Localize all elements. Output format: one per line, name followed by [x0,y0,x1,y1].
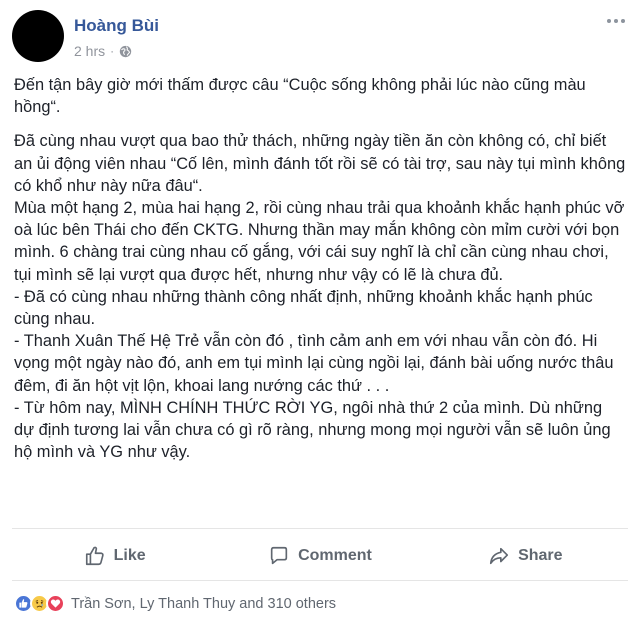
thumbs-up-icon [85,546,104,566]
post-timestamp[interactable]: 2 hrs [74,43,105,59]
love-icon[interactable] [46,594,65,613]
meta-separator: · [110,44,115,58]
comment-icon [270,546,288,565]
post-paragraph: - Thanh Xuân Thế Hệ Trẻ vẫn còn đó , tìn… [14,332,614,395]
post-paragraph: Mùa một hạng 2, mùa hai hạng 2, rồi cùng… [14,199,625,284]
share-icon [490,547,509,565]
globe-icon[interactable] [119,45,132,58]
post-paragraph: - Đã có cùng nhau những thành công nhất … [14,287,593,329]
share-button[interactable]: Share [423,538,628,574]
author-avatar[interactable] [12,10,64,62]
comment-label: Comment [298,547,372,564]
like-button[interactable]: Like [12,538,217,574]
like-label: Like [113,547,146,564]
divider [12,580,628,581]
facebook-post: Hoàng Bùi 2 hrs · Đến tận bây giờ mới th… [0,0,640,634]
post-body: Đến tận bây giờ mới thấm được câu “Cuộc … [14,74,626,463]
post-options-button[interactable] [604,12,628,30]
divider [12,528,628,529]
more-dot [614,19,618,23]
more-dot [607,19,611,23]
more-dot [621,19,625,23]
post-actions: Like Comment Share [12,538,628,574]
reactions-summary[interactable]: Trần Sơn, Ly Thanh Thuy and 310 others [71,596,336,612]
post-paragraph: Đã cùng nhau vượt qua bao thử thách, nhữ… [14,132,626,195]
reactions-bar: Trần Sơn, Ly Thanh Thuy and 310 others [14,594,336,613]
post-paragraph: - Từ hôm nay, MÌNH CHÍNH THỨC RỜI YG, ng… [14,398,611,462]
share-label: Share [518,547,563,564]
post-meta: 2 hrs · [74,43,132,59]
comment-button[interactable]: Comment [217,538,422,574]
post-paragraph: Đến tận bây giờ mới thấm được câu “Cuộc … [14,76,586,117]
author-name[interactable]: Hoàng Bùi [74,16,159,36]
